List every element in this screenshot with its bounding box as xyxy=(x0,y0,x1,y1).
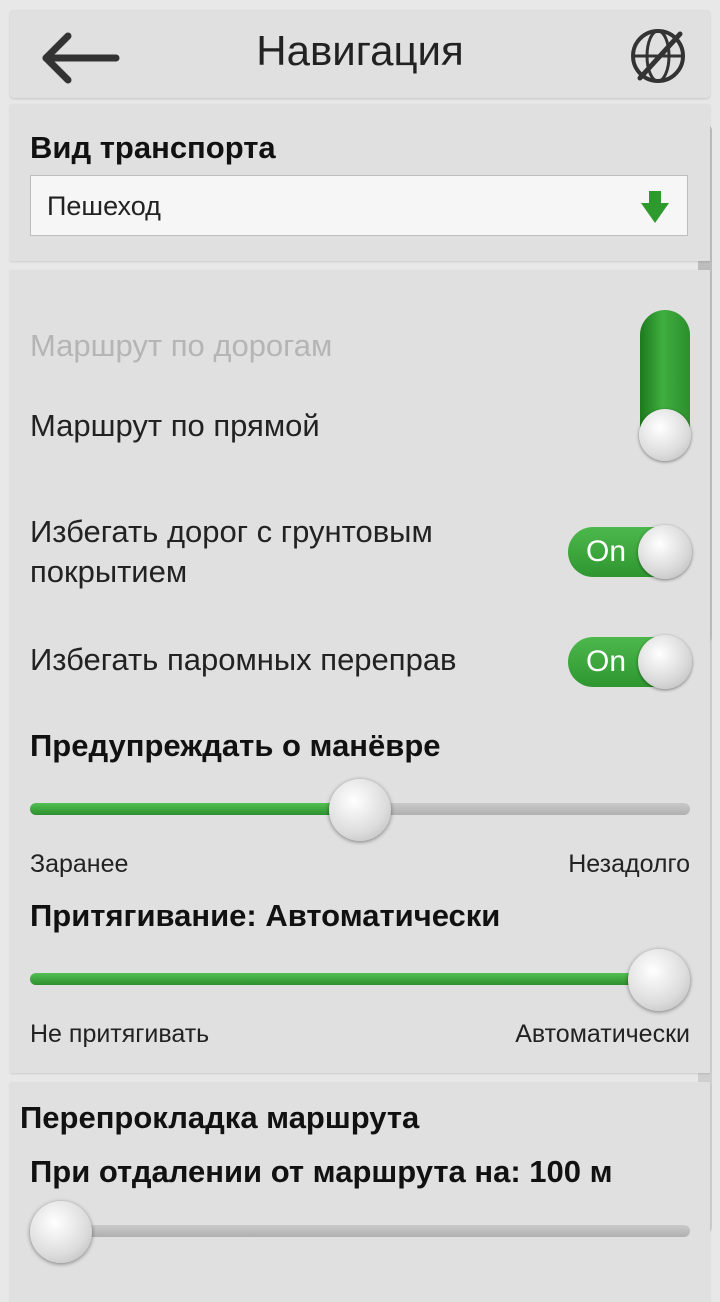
green-down-arrow-icon xyxy=(641,191,669,223)
reroute-distance-label: При отдалении от маршрута на: 100 м xyxy=(30,1154,613,1189)
transport-selected-value: Пешеход xyxy=(47,191,161,221)
avoid-ferries-toggle-state: On xyxy=(586,645,627,678)
transport-section-title: Вид транспорта xyxy=(30,130,276,165)
maneuver-slider-thumb[interactable] xyxy=(329,779,391,841)
back-button[interactable] xyxy=(38,30,122,86)
snapping-title: Притягивание: Автоматически xyxy=(30,898,501,933)
avoid-unpaved-label-line2: покрытием xyxy=(30,554,188,589)
maneuver-min-label: Заранее xyxy=(30,850,129,878)
snapping-min-label: Не притягивать xyxy=(30,1020,210,1048)
route-by-roads-option[interactable]: Маршрут по дорогам xyxy=(30,328,332,364)
transport-dropdown[interactable]: Пешеход xyxy=(30,175,688,236)
avoid-ferries-toggle[interactable]: On xyxy=(568,635,692,689)
snapping-slider-fill xyxy=(30,973,659,985)
avoid-unpaved-toggle-state: On xyxy=(586,535,627,568)
snapping-max-label: Автоматически xyxy=(515,1020,690,1048)
reroute-section-title: Перепрокладка маршрута xyxy=(20,1100,420,1135)
avoid-unpaved-toggle-knob xyxy=(638,525,692,579)
reroute-card: Перепрокладка маршрута При отдалении от … xyxy=(10,1082,710,1302)
avoid-ferries-label: Избегать паромных переправ xyxy=(30,642,457,677)
route-straight-option[interactable]: Маршрут по прямой xyxy=(30,408,320,444)
reroute-slider[interactable] xyxy=(30,1197,690,1267)
arrow-left-icon xyxy=(42,32,120,84)
snapping-slider-thumb[interactable] xyxy=(628,949,690,1011)
transport-card: Вид транспорта Пешеход xyxy=(10,104,710,261)
snapping-slider[interactable] xyxy=(30,945,690,1015)
maneuver-slider[interactable] xyxy=(30,775,690,845)
avoid-unpaved-label-line1: Избегать дорог с грунтовым xyxy=(30,514,433,549)
reroute-slider-thumb[interactable] xyxy=(30,1201,92,1263)
globe-crossed-icon xyxy=(631,29,685,83)
maneuver-title: Предупреждать о манёвре xyxy=(30,728,441,763)
maneuver-slider-fill xyxy=(30,803,360,815)
map-globe-button[interactable] xyxy=(628,26,688,86)
route-mode-switch-knob xyxy=(639,409,691,461)
avoid-ferries-toggle-knob xyxy=(638,635,692,689)
route-mode-switch[interactable] xyxy=(639,310,691,461)
app-header: Навигация xyxy=(10,10,710,98)
avoid-unpaved-toggle[interactable]: On xyxy=(568,525,692,579)
reroute-slider-track xyxy=(30,1225,690,1237)
maneuver-max-label: Незадолго xyxy=(568,850,690,878)
routing-card: Маршрут по дорогам Маршрут по прямой Изб… xyxy=(10,270,710,1073)
